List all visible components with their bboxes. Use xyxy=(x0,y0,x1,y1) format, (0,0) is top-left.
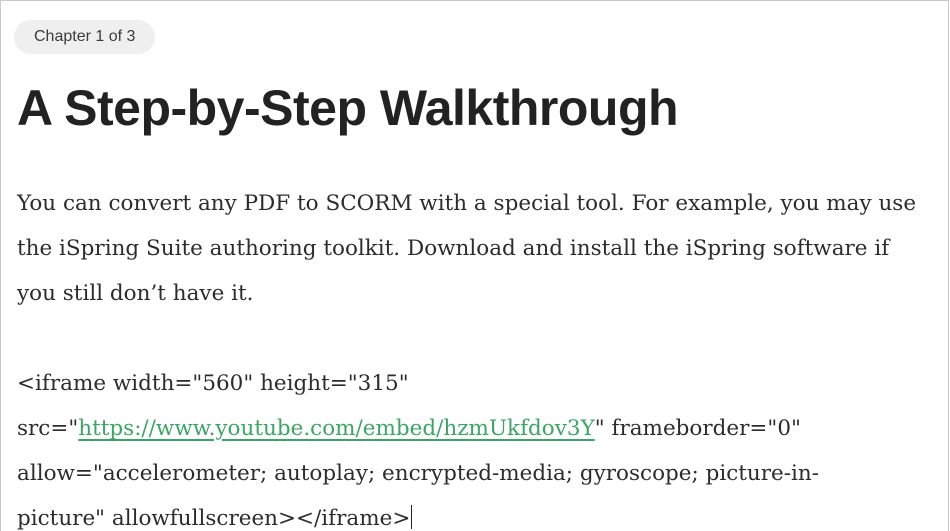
embed-src-suffix: " frameborder="0" xyxy=(594,416,801,441)
youtube-embed-link[interactable]: https://www.youtube.com/embed/hzmUkfdov3… xyxy=(78,416,595,441)
text-cursor xyxy=(411,505,413,529)
embed-code-line[interactable]: picture" allowfullscreen></iframe> xyxy=(17,496,948,531)
content-body[interactable]: You can convert any PDF to SCORM with a … xyxy=(17,181,948,531)
paragraph-line[interactable]: You can convert any PDF to SCORM with a … xyxy=(17,181,948,226)
paragraph-line[interactable]: the iSpring Suite authoring toolkit. Dow… xyxy=(17,226,948,271)
embed-code-line[interactable]: <iframe width="560" height="315" xyxy=(17,361,948,406)
chapter-badge: Chapter 1 of 3 xyxy=(14,20,156,54)
paragraph-line[interactable]: you still don’t have it. xyxy=(17,271,948,316)
embed-code-line[interactable]: src="https://www.youtube.com/embed/hzmUk… xyxy=(17,406,948,451)
embed-code-line[interactable]: allow="accelerometer; autoplay; encrypte… xyxy=(17,451,948,496)
editor-canvas[interactable]: Chapter 1 of 3 A Step-by-Step Walkthroug… xyxy=(0,0,949,531)
embed-closing-text: picture" allowfullscreen></iframe> xyxy=(17,506,411,531)
embed-src-prefix: src=" xyxy=(17,416,79,441)
page-title[interactable]: A Step-by-Step Walkthrough xyxy=(17,73,679,143)
